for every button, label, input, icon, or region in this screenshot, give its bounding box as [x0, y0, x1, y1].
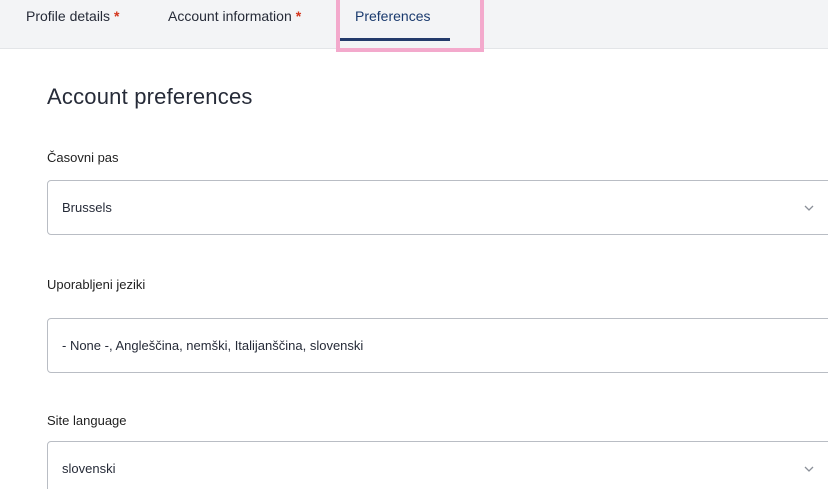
chevron-down-icon — [804, 466, 814, 472]
timezone-value: Brussels — [62, 200, 112, 215]
chevron-down-icon — [804, 205, 814, 211]
required-marker: * — [114, 8, 120, 24]
site-language-value: slovenski — [62, 461, 116, 476]
tab-profile-details[interactable]: Profile details * — [26, 8, 120, 24]
languages-label: Uporabljeni jeziki — [47, 277, 146, 292]
highlight-annotation — [336, 0, 484, 52]
section-title: Account preferences — [47, 84, 253, 109]
tab-account-information[interactable]: Account information * — [168, 8, 301, 24]
languages-input[interactable]: - None -, Angleščina, nemški, Italijanšč… — [47, 318, 828, 373]
timezone-label: Časovni pas — [47, 150, 119, 165]
preferences-page: Profile details * Account information * Pr… — [0, 0, 828, 489]
languages-value: - None -, Angleščina, nemški, Italijanšč… — [62, 338, 364, 353]
tab-label: Profile details — [26, 8, 111, 24]
tab-label: Account information — [168, 8, 292, 24]
required-marker: * — [295, 8, 302, 24]
timezone-select[interactable]: Brussels — [47, 180, 828, 235]
site-language-select[interactable]: slovenski — [47, 441, 828, 489]
site-language-label: Site language — [47, 413, 127, 428]
